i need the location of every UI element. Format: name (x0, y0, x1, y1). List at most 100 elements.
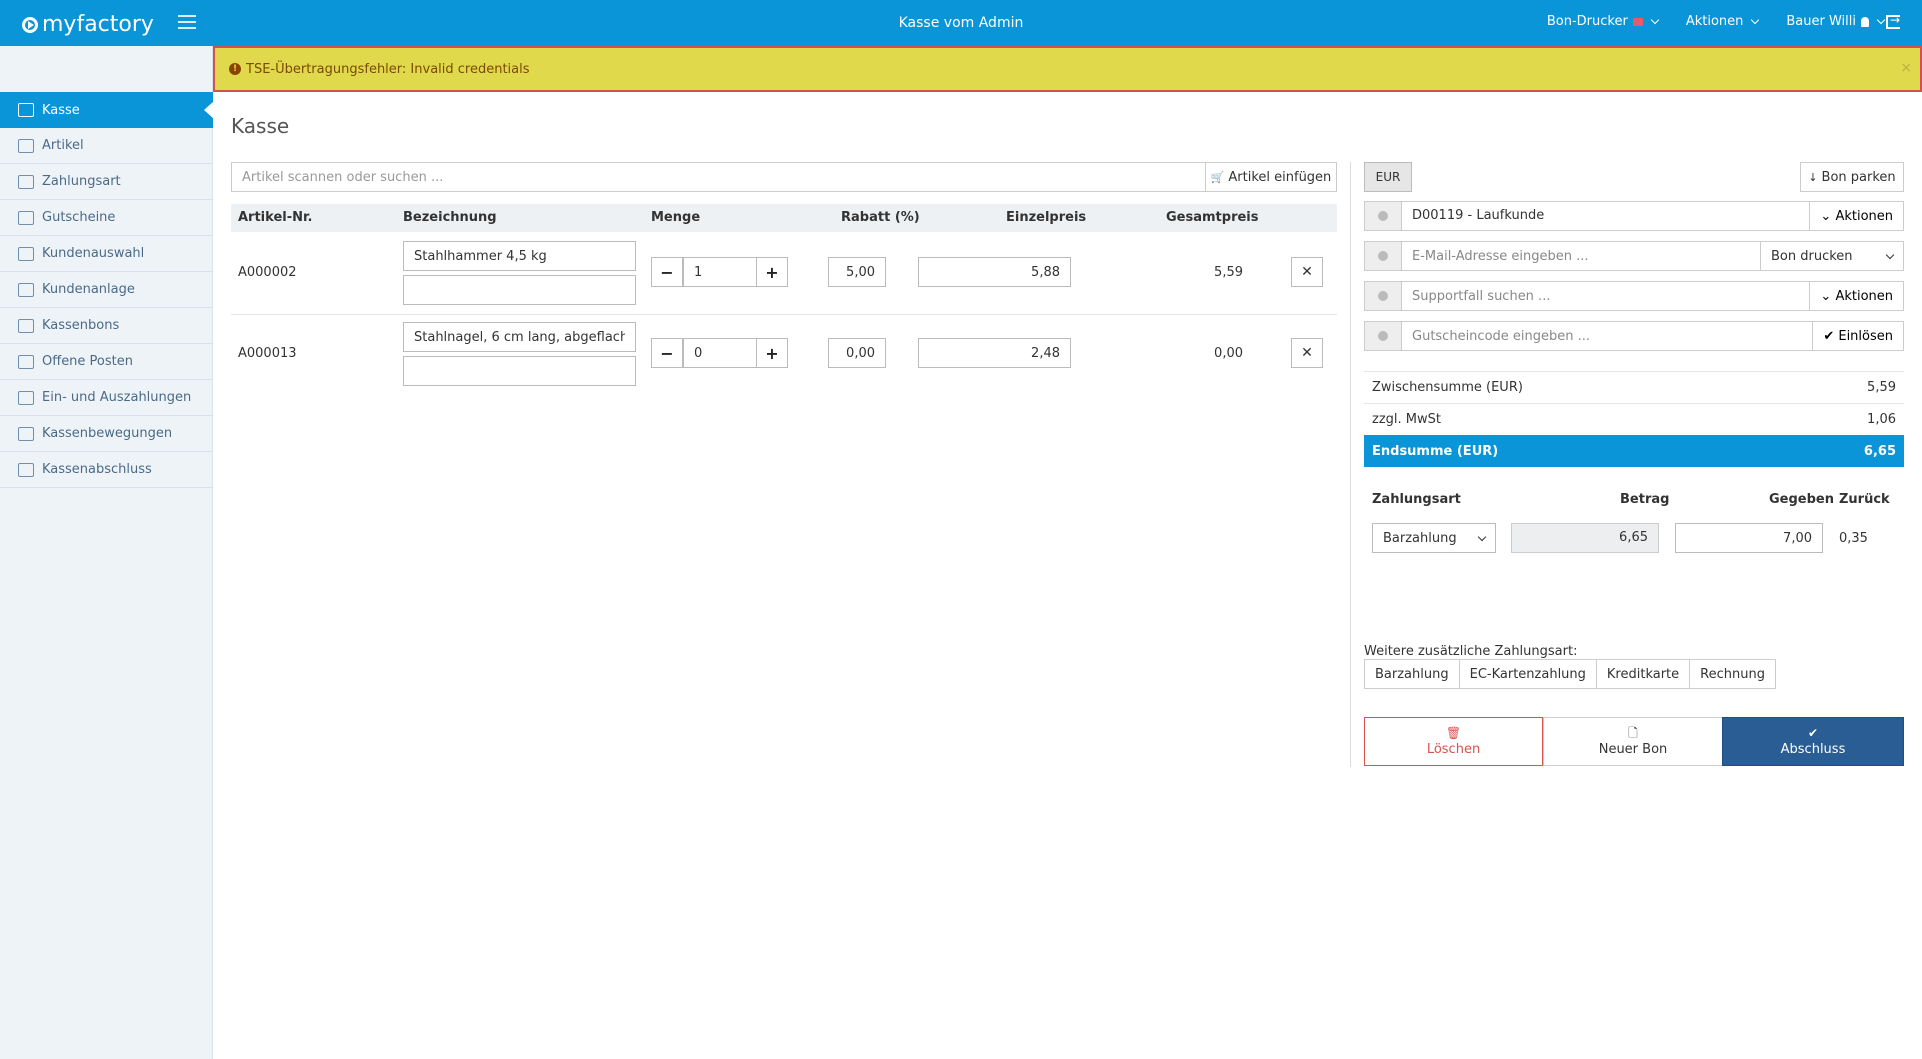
book-icon (18, 354, 34, 369)
gear-icon (1364, 281, 1402, 311)
subtotal-row: Zwischensumme (EUR) 5,59 (1364, 371, 1904, 403)
unit-price-input[interactable] (918, 257, 1071, 287)
receipt-icon (18, 318, 34, 333)
sidebar-item-kasse[interactable]: Kasse (0, 92, 214, 128)
park-receipt-button[interactable]: ↓ Bon parken (1800, 162, 1904, 192)
new-receipt-button[interactable]: 🗋 Neuer Bon (1543, 717, 1723, 766)
user-menu[interactable]: Bauer Willi (1786, 14, 1886, 29)
support-actions-button[interactable]: ⌄ Aktionen (1810, 281, 1904, 311)
col-artikel-nr: Artikel-Nr. (238, 210, 313, 225)
extra-payment-label: Weitere zusätzliche Zahlungsart: (1364, 644, 1578, 659)
customer-group: D00119 - Laufkunde ⌄ Aktionen (1364, 201, 1904, 231)
payment-amount: 6,65 (1511, 523, 1659, 553)
panel-divider (1350, 162, 1351, 767)
quantity-input[interactable] (683, 338, 757, 368)
currency-button[interactable]: EUR (1364, 162, 1412, 192)
finish-button[interactable]: ✔ Abschluss (1722, 717, 1904, 766)
pay-header-amount: Betrag (1620, 492, 1670, 507)
gift-icon (18, 210, 34, 225)
decrease-quantity-button[interactable]: − (651, 257, 683, 287)
increase-quantity-button[interactable]: + (756, 257, 788, 287)
row-bezeichnung-input[interactable] (403, 322, 636, 352)
extra-payment-credit-button[interactable]: Kreditkarte (1595, 659, 1691, 689)
sidebar-item-kassenbons[interactable]: Kassenbons (0, 308, 213, 344)
customer-actions-button[interactable]: ⌄ Aktionen (1810, 201, 1904, 231)
discount-input[interactable] (828, 338, 886, 368)
users-icon (18, 246, 34, 261)
envelope-icon (1364, 241, 1402, 271)
sidebar-item-ein-auszahlungen[interactable]: Ein- und Auszahlungen (0, 380, 213, 416)
top-bar: myfactory Kasse vom Admin Bon-Drucker Ak… (0, 0, 1922, 46)
payment-method-select[interactable]: Barzahlung (1372, 523, 1496, 553)
sidebar-item-offene-posten[interactable]: Offene Posten (0, 344, 213, 380)
cart-icon (18, 103, 34, 117)
support-group: ⌄ Aktionen (1364, 281, 1904, 311)
info-icon (1364, 321, 1402, 351)
printer-icon (1632, 17, 1643, 26)
print-option-select[interactable]: Bon drucken (1761, 241, 1904, 271)
row-total-price: 5,59 (1214, 265, 1243, 280)
decrease-quantity-button[interactable]: − (651, 338, 683, 368)
sidebar-item-kundenauswahl[interactable]: Kundenauswahl (0, 236, 213, 272)
col-gesamtpreis: Gesamtpreis (1166, 210, 1259, 225)
pay-header-back: Zurück (1839, 492, 1890, 507)
logout-icon[interactable] (1886, 13, 1900, 29)
row-bezeichnung-input[interactable] (403, 241, 636, 271)
sidebar-item-kassenbewegungen[interactable]: Kassenbewegungen (0, 416, 213, 452)
remove-row-button[interactable]: ✕ (1291, 257, 1323, 287)
sidebar-item-kassenabschluss[interactable]: Kassenabschluss (0, 452, 213, 488)
credit-card-icon (18, 174, 34, 189)
article-search-input[interactable] (231, 162, 1206, 192)
add-article-button[interactable]: 🛒 Artikel einfügen (1205, 162, 1337, 192)
list-icon (18, 426, 34, 441)
unit-price-input[interactable] (918, 338, 1071, 368)
sidebar-item-zahlungsart[interactable]: Zahlungsart (0, 164, 213, 200)
chevron-down-icon (1650, 15, 1660, 25)
row-bezeichnung-extra-input[interactable] (403, 275, 636, 305)
remove-row-button[interactable]: ✕ (1291, 338, 1323, 368)
row-total-price: 0,00 (1214, 346, 1243, 361)
exclamation-icon: ! (229, 63, 241, 75)
row-artikel-nr: A000013 (238, 346, 297, 361)
pay-header-method: Zahlungsart (1372, 492, 1461, 507)
cart-plus-icon: 🛒 (1210, 170, 1225, 184)
redeem-button[interactable]: ✔ Einlösen (1813, 321, 1904, 351)
delete-button[interactable]: 🗑 Löschen (1364, 717, 1543, 766)
chevron-down-icon (1477, 532, 1487, 541)
chevron-down-icon (1876, 15, 1886, 25)
sidebar-item-kundenanlage[interactable]: Kundenanlage (0, 272, 213, 308)
change-amount: 0,35 (1839, 531, 1868, 546)
payment-given-input[interactable] (1675, 523, 1823, 553)
extra-payment-cash-button[interactable]: Barzahlung (1364, 659, 1460, 689)
arrow-down-icon: ↓ (1808, 170, 1818, 184)
article-table-header: Artikel-Nr. Bezeichnung Menge Rabatt (%)… (231, 204, 1337, 232)
chevron-down-icon (1751, 15, 1760, 25)
voucher-code-input[interactable] (1402, 321, 1814, 351)
sidebar-item-gutscheine[interactable]: Gutscheine (0, 200, 213, 236)
check-icon: ✔ (1807, 725, 1819, 740)
discount-input[interactable] (828, 257, 886, 287)
col-einzelpreis: Einzelpreis (1006, 210, 1087, 225)
extra-payment-invoice-button[interactable]: Rechnung (1689, 659, 1776, 689)
email-group: Bon drucken (1364, 241, 1904, 271)
page-title: Kasse (231, 114, 290, 138)
inbox-icon (18, 390, 34, 405)
support-case-input[interactable] (1402, 281, 1811, 311)
printer-menu[interactable]: Bon-Drucker (1547, 14, 1660, 29)
quantity-input[interactable] (683, 257, 757, 287)
sidebar-item-artikel[interactable]: Artikel (0, 128, 213, 164)
file-icon: 🗋 (1628, 725, 1638, 740)
voucher-group: ✔ Einlösen (1364, 321, 1904, 351)
total-row: Endsumme (EUR) 6,65 (1364, 435, 1904, 467)
chevron-down-icon (1885, 250, 1895, 259)
col-menge: Menge (651, 210, 701, 225)
actions-menu[interactable]: Aktionen (1686, 14, 1760, 29)
increase-quantity-button[interactable]: + (756, 338, 788, 368)
row-divider (231, 314, 1337, 315)
email-input[interactable] (1402, 241, 1761, 271)
extra-payment-ec-button[interactable]: EC-Kartenzahlung (1458, 659, 1597, 689)
sidebar: Kasse Artikel Zahlungsart Gutscheine Kun… (0, 46, 214, 1059)
row-bezeichnung-extra-input[interactable] (403, 356, 636, 386)
customer-field[interactable]: D00119 - Laufkunde (1402, 201, 1811, 231)
close-icon[interactable]: × (1900, 60, 1912, 76)
